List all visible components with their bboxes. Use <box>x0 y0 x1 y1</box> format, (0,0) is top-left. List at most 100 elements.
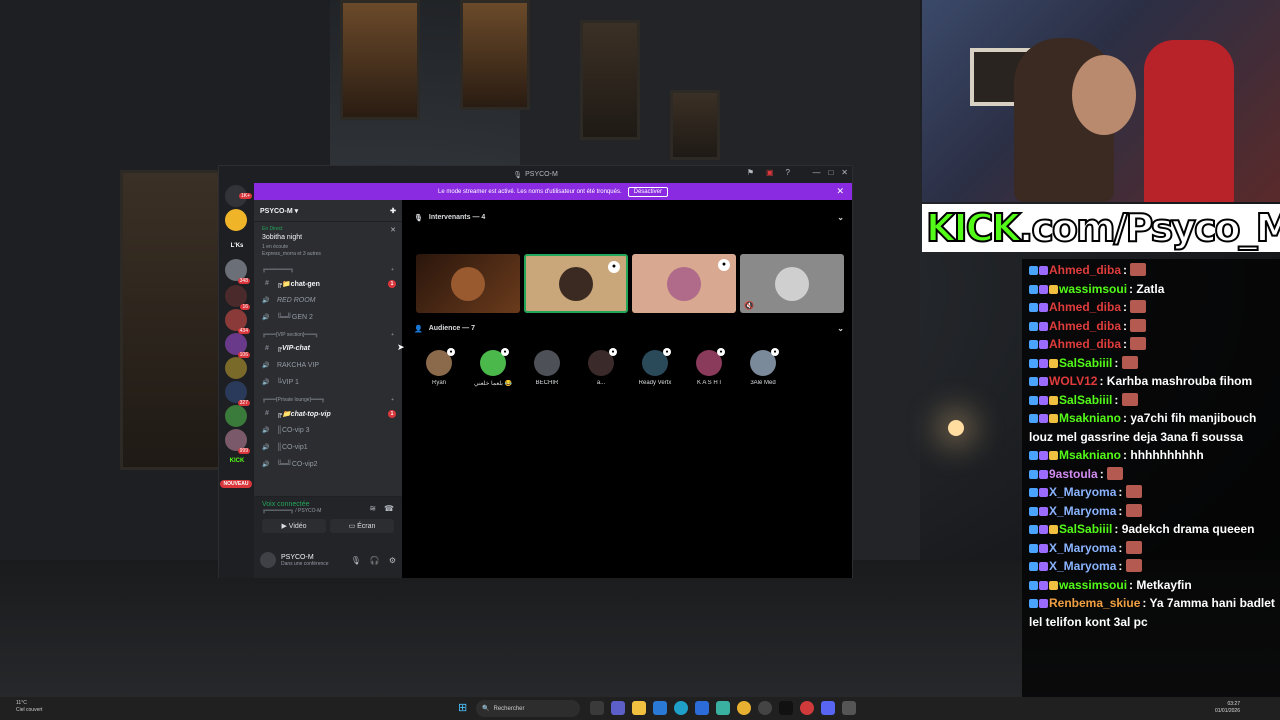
channel-item[interactable]: 🔊 ║CO-vip 3 <box>254 422 402 439</box>
banner-close-icon[interactable]: ✕ <box>836 186 844 197</box>
server-label-kick[interactable]: KICK <box>222 458 252 464</box>
maximize-button[interactable]: □ <box>828 168 833 177</box>
chat-username[interactable]: Ahmed_diba <box>1049 319 1121 333</box>
server-icon[interactable] <box>225 209 247 231</box>
chat-username[interactable]: SalSabiiil <box>1059 522 1112 536</box>
server-icon[interactable]: 434 <box>225 309 250 334</box>
channel-category[interactable]: ╔═══[VIP section]═══╗ + <box>254 330 402 340</box>
channel-item[interactable]: 🔊 ╚═╝GEN 2 <box>254 309 402 326</box>
discord-icon[interactable] <box>821 701 835 715</box>
system-clock[interactable]: 03:27 01/01/2026 <box>1215 701 1240 715</box>
channel-item[interactable]: # ╔📁chat-gen 1 <box>254 275 402 292</box>
server-icon[interactable] <box>225 357 247 379</box>
audience-member[interactable]: ● a... <box>578 348 624 386</box>
chat-username[interactable]: Msakniano <box>1059 411 1121 425</box>
chat-username[interactable]: X_Maryoma <box>1049 485 1116 499</box>
audience-member[interactable]: ● Ryan <box>416 348 462 386</box>
microphone-icon: 🎙 <box>414 214 423 222</box>
live-stage-card[interactable]: En Direct 3obitha night 1 en écoute Expr… <box>254 222 402 261</box>
chat-username[interactable]: WOLV12 <box>1049 374 1097 388</box>
speaker-tile[interactable]: ● <box>524 254 628 313</box>
server-icon[interactable]: 106 <box>225 333 250 358</box>
app-icon[interactable] <box>842 701 856 715</box>
audience-member[interactable]: ● بلعما خلعني 😂 <box>470 348 516 387</box>
flag-icon[interactable]: ⚑ <box>747 168 754 177</box>
chat-username[interactable]: Renbema_skiue <box>1049 596 1140 610</box>
minimize-button[interactable]: — <box>812 168 820 177</box>
settings-icon[interactable]: ⚙ <box>389 556 396 565</box>
help-icon[interactable]: ? <box>786 168 790 177</box>
chat-username[interactable]: SalSabiiil <box>1059 393 1112 407</box>
chat-username[interactable]: X_Maryoma <box>1049 504 1116 518</box>
chat-username[interactable]: X_Maryoma <box>1049 541 1116 555</box>
inbox-icon[interactable]: ▣ <box>766 168 774 177</box>
server-icon[interactable]: 999 <box>225 429 250 454</box>
speaker-tile[interactable]: ● <box>632 254 736 313</box>
channel-item[interactable]: 🔊 RAKCHA VIP <box>254 357 402 374</box>
add-channel-icon[interactable]: + <box>391 267 394 273</box>
channel-item[interactable]: 🔊 ║CO-vip1 <box>254 439 402 456</box>
server-header[interactable]: PSYCO-M ▾ ✚ <box>254 200 402 222</box>
audience-member[interactable]: ● K A S H I <box>686 348 732 386</box>
close-button[interactable]: ✕ <box>841 168 848 177</box>
obs-icon[interactable] <box>758 701 772 715</box>
audience-member[interactable]: ● Ready Vertx <box>632 348 678 386</box>
chat-username[interactable]: Ahmed_diba <box>1049 300 1121 314</box>
screen-share-button[interactable]: ▭ Écran <box>330 519 394 533</box>
audience-member[interactable]: BECHIR <box>524 350 570 386</box>
server-icon[interactable]: 327 <box>225 381 250 406</box>
channel-category[interactable]: ╔═══════╗ + <box>254 265 402 275</box>
channel-item[interactable]: # ╔📁chat-top-vip 1 <box>254 405 402 422</box>
chat-username[interactable]: Ahmed_diba <box>1049 263 1121 277</box>
photos-icon[interactable] <box>716 701 730 715</box>
windows-start-icon[interactable]: ⊞ <box>458 702 470 714</box>
chat-username[interactable]: SalSabiiil <box>1059 356 1112 370</box>
direct-messages-button[interactable]: 1K+ <box>225 185 252 207</box>
video-button[interactable]: ▶ Vidéo <box>262 519 326 533</box>
channel-item[interactable]: 🔊 ╚VIP 1 <box>254 374 402 391</box>
channel-item[interactable]: # ╔VIP-chat <box>254 340 402 357</box>
channel-category[interactable]: ╔═══[Private lounge]═══╗ + <box>254 395 402 405</box>
close-icon[interactable]: ✕ <box>390 226 396 234</box>
disable-streamer-mode-button[interactable]: Désactiver <box>627 186 668 197</box>
channel-item[interactable]: 🔊 ╚═╝CO-vip2 <box>254 456 402 473</box>
speaker-tile[interactable]: 🔇 <box>740 254 844 313</box>
headphones-icon[interactable]: 🎧 <box>370 556 380 565</box>
tiktok-icon[interactable] <box>779 701 793 715</box>
chat-username[interactable]: X_Maryoma <box>1049 559 1116 573</box>
teams-icon[interactable] <box>611 701 625 715</box>
weather-widget[interactable]: 11°C Ciel couvert <box>16 700 42 714</box>
audience-header[interactable]: 👤 Audience — 7 ⌄ <box>414 324 844 333</box>
speakers-header[interactable]: 🎙 Intervenants — 4 ⌄ <box>414 213 844 222</box>
chrome-icon[interactable] <box>737 701 751 715</box>
chat-username[interactable]: Ahmed_diba <box>1049 337 1121 351</box>
chevron-down-icon[interactable]: ⌄ <box>837 324 844 333</box>
server-icon[interactable]: 16 <box>225 285 250 310</box>
edge-icon[interactable] <box>674 701 688 715</box>
chevron-down-icon[interactable]: ⌄ <box>837 213 844 222</box>
noise-suppression-icon[interactable]: ≋ <box>369 504 376 513</box>
search-box[interactable]: 🔍 Rechercher <box>476 700 580 717</box>
chat-username[interactable]: wassimsoui <box>1059 578 1127 592</box>
add-channel-icon[interactable]: + <box>391 332 394 338</box>
invite-icon[interactable]: ✚ <box>390 207 396 215</box>
mail-icon[interactable] <box>695 701 709 715</box>
add-channel-icon[interactable]: + <box>391 397 394 403</box>
chat-username[interactable]: wassimsoui <box>1059 282 1127 296</box>
speaker-tile[interactable] <box>416 254 520 313</box>
store-icon[interactable] <box>653 701 667 715</box>
server-label-lks[interactable]: L'Ks <box>222 243 252 249</box>
chat-username[interactable]: Msakniano <box>1059 448 1121 462</box>
chat-username[interactable]: 9astoula <box>1049 467 1098 481</box>
audience-member[interactable]: ● 3Alé Med <box>740 348 786 386</box>
taskview-icon[interactable] <box>590 701 604 715</box>
disconnect-icon[interactable]: ☎ <box>384 504 394 513</box>
new-server-label[interactable]: NOUVEAU <box>220 480 252 488</box>
app-icon[interactable] <box>800 701 814 715</box>
avatar[interactable] <box>260 552 276 568</box>
channel-item[interactable]: 🔊 RED ROOM <box>254 292 402 309</box>
server-icon[interactable]: 348 <box>225 259 250 284</box>
server-icon[interactable] <box>225 405 247 427</box>
microphone-icon[interactable]: 🎙 <box>351 556 361 565</box>
file-explorer-icon[interactable] <box>632 701 646 715</box>
